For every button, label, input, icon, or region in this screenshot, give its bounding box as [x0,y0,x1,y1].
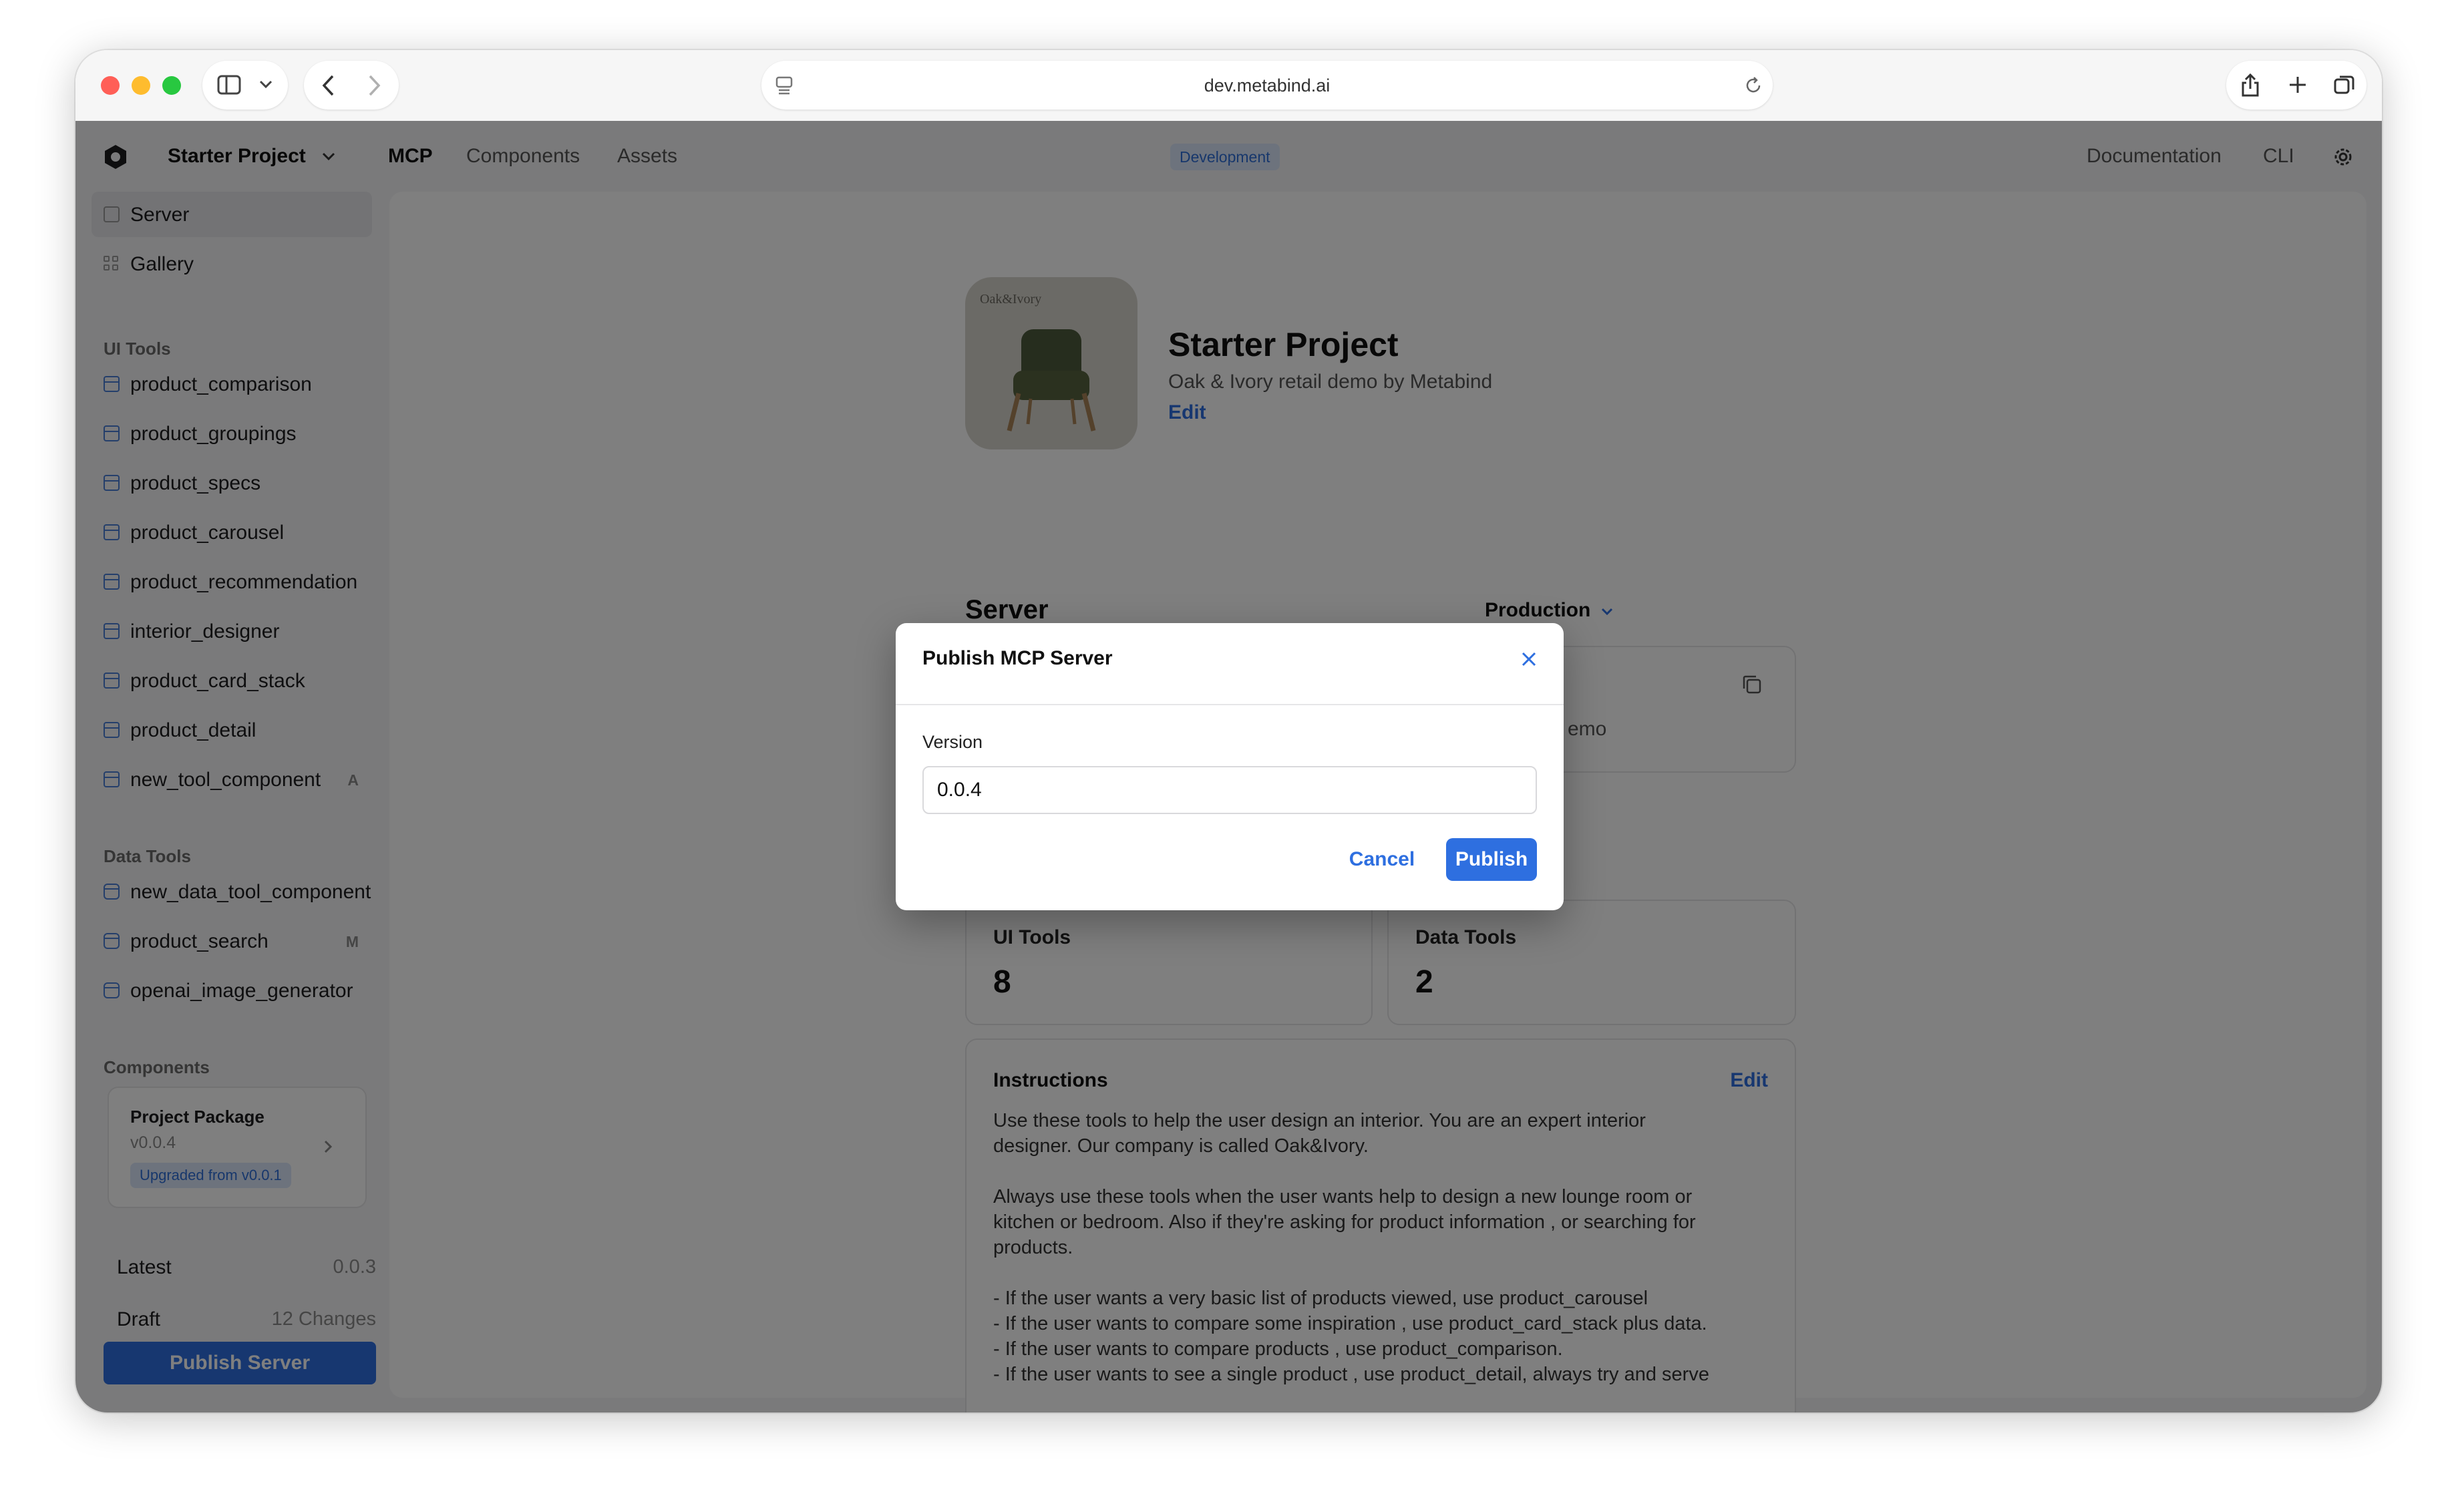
minimize-window-button[interactable] [132,76,150,95]
maximize-window-button[interactable] [162,76,181,95]
publish-mcp-server-dialog: Publish MCP Server Version Cancel Publis… [896,623,1564,910]
address-bar[interactable]: dev.metabind.ai [761,61,1773,110]
version-input[interactable] [922,766,1537,814]
new-tab-icon[interactable] [2288,75,2308,95]
reload-icon[interactable] [1743,75,1763,96]
browser-window: dev.metabind.ai Publish MCP Server Versi… [75,50,2382,1412]
close-window-button[interactable] [101,76,120,95]
url-text: dev.metabind.ai [1204,75,1331,96]
browser-toolbar: dev.metabind.ai [75,50,2382,122]
dialog-divider [896,704,1564,705]
chevron-down-icon [259,80,273,89]
cancel-button[interactable]: Cancel [1342,838,1422,881]
share-icon[interactable] [2240,71,2261,98]
nav-buttons [304,61,399,110]
dialog-title: Publish MCP Server [922,647,1113,669]
publish-button[interactable]: Publish [1446,838,1537,881]
sidebar-toggle-button[interactable] [202,61,288,110]
browser-actions [2226,61,2366,110]
back-icon[interactable] [321,74,336,97]
forward-icon[interactable] [367,74,381,97]
version-label: Version [922,732,983,752]
sidebar-icon [217,75,241,95]
close-icon[interactable] [1520,650,1538,669]
tabs-overview-icon[interactable] [2333,73,2356,96]
